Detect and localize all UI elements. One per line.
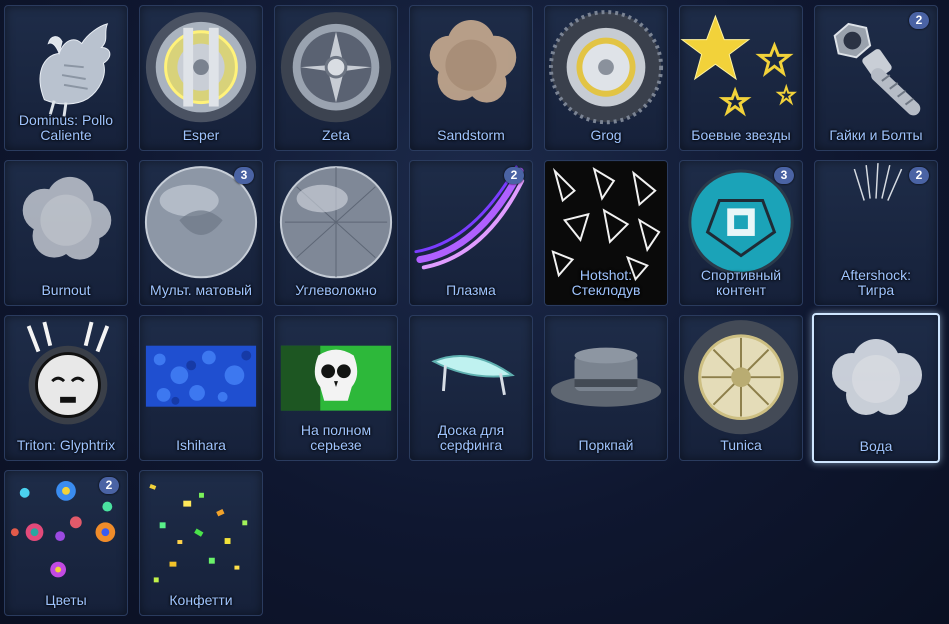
item-label: Tunica bbox=[720, 437, 762, 453]
quantity-badge: 3 bbox=[774, 167, 794, 184]
item-tile-grog[interactable]: Grog bbox=[544, 5, 668, 151]
item-tile-triton-glyphtrix[interactable]: Triton: Glyphtrix bbox=[4, 315, 128, 461]
item-label: Гайки и Болты bbox=[829, 127, 923, 143]
item-tile-battle-stars[interactable]: Боевые звезды bbox=[679, 5, 803, 151]
item-tile-nuts-and-bolts[interactable]: 2 Гайки и Болты bbox=[814, 5, 938, 151]
item-label: Доска для серфинга bbox=[437, 422, 505, 453]
item-tile-tunica[interactable]: Tunica bbox=[679, 315, 803, 461]
item-tile-zeta[interactable]: Zeta bbox=[274, 5, 398, 151]
inventory-grid: Dominus: Pollo Caliente Esper Zeta Sands… bbox=[0, 0, 949, 624]
item-label: Мульт. матовый bbox=[150, 282, 252, 298]
item-label: Zeta bbox=[321, 127, 350, 143]
quantity-badge: 3 bbox=[234, 167, 254, 184]
item-label: Burnout bbox=[41, 282, 91, 298]
item-label: Боевые звезды bbox=[691, 127, 791, 143]
quantity-badge: 2 bbox=[909, 167, 929, 184]
item-label: Hotshot: Стеклодув bbox=[571, 267, 641, 298]
item-tile-surfboard[interactable]: Доска для серфинга bbox=[409, 315, 533, 461]
item-tile-hotshot-glassblower[interactable]: Hotshot: Стеклодув bbox=[544, 160, 668, 306]
item-label: Aftershock: Тигра bbox=[840, 267, 912, 298]
item-tile-dominus-pollo-caliente[interactable]: Dominus: Pollo Caliente bbox=[4, 5, 128, 151]
item-label: Triton: Glyphtrix bbox=[16, 437, 116, 453]
item-label: Вода bbox=[859, 438, 893, 454]
item-tile-aftershock-tigra[interactable]: 2 Aftershock: Тигра bbox=[814, 160, 938, 306]
item-tile-burnout[interactable]: Burnout bbox=[4, 160, 128, 306]
item-tile-sports-content[interactable]: 3 Спортивный контент bbox=[679, 160, 803, 306]
item-label: Спортивный контент bbox=[700, 267, 782, 298]
item-tile-esper[interactable]: Esper bbox=[139, 5, 263, 151]
item-label: Цветы bbox=[45, 592, 87, 608]
quantity-badge: 2 bbox=[99, 477, 119, 494]
quantity-badge: 2 bbox=[504, 167, 524, 184]
item-label: Поркпай bbox=[578, 437, 634, 453]
item-label: Углеволокно bbox=[295, 282, 377, 298]
item-tile-porkpie[interactable]: Поркпай bbox=[544, 315, 668, 461]
item-label: Плазма bbox=[446, 282, 496, 298]
item-tile-cartoon-matte[interactable]: 3 Мульт. матовый bbox=[139, 160, 263, 306]
item-tile-plasma[interactable]: 2 Плазма bbox=[409, 160, 533, 306]
item-tile-sandstorm[interactable]: Sandstorm bbox=[409, 5, 533, 151]
item-label: Esper bbox=[182, 127, 220, 143]
item-label: На полном серьезе bbox=[300, 422, 372, 453]
item-tile-dead-serious[interactable]: На полном серьезе bbox=[274, 315, 398, 461]
item-tile-ishihara[interactable]: Ishihara bbox=[139, 315, 263, 461]
quantity-badge: 2 bbox=[909, 12, 929, 29]
item-label: Ishihara bbox=[176, 437, 226, 453]
item-tile-water[interactable]: Вода bbox=[812, 313, 940, 463]
item-label: Dominus: Pollo Caliente bbox=[18, 112, 114, 143]
item-tile-flowers[interactable]: 2 Цветы bbox=[4, 470, 128, 616]
item-label: Sandstorm bbox=[437, 127, 505, 143]
item-tile-confetti[interactable]: Конфетти bbox=[139, 470, 263, 616]
item-tile-carbon-fiber[interactable]: Углеволокно bbox=[274, 160, 398, 306]
item-label: Конфетти bbox=[169, 592, 233, 608]
item-label: Grog bbox=[590, 127, 622, 143]
